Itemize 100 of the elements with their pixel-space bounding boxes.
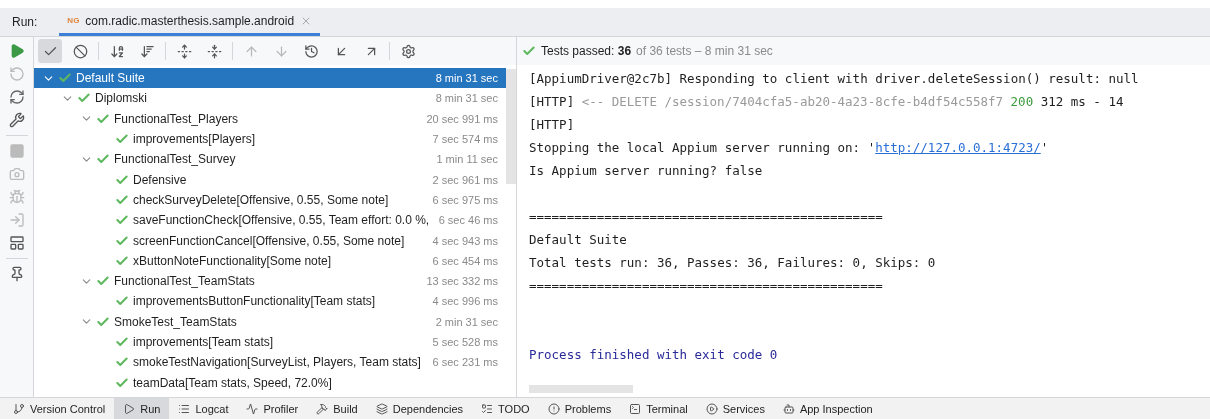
tool-window-tab[interactable]: Dependencies: [366, 398, 473, 419]
test-name: SmokeTest_TeamStats: [114, 314, 238, 329]
scrollbar-thumb[interactable]: [529, 385, 633, 393]
camera-icon[interactable]: [8, 166, 25, 182]
collapse-all-icon: [206, 43, 222, 59]
test-tree-row[interactable]: Defensive 2 sec 961 ms: [34, 169, 506, 190]
check-icon: [115, 172, 129, 187]
console-line: ===============================================: [529, 277, 883, 295]
tool-window-tab[interactable]: Profiler: [237, 398, 308, 419]
test-name: improvementsButtonFunctionality[Team stats]: [133, 294, 377, 309]
test-tree-row[interactable]: Diplomski 8 min 31 sec: [34, 88, 506, 109]
play-icon: [123, 402, 136, 415]
test-name: Defensive: [133, 172, 188, 187]
tool-window-tab[interactable]: Run: [114, 398, 170, 419]
console-line: [AppiumDriver@2c7b] Responding to client with driver.deleteSession() result: null: [529, 70, 1139, 88]
robot-icon: [782, 402, 795, 415]
hammer-icon: [316, 402, 329, 415]
test-name: teamData[Team stats, Speed, 72.0%]: [133, 375, 333, 390]
test-duration: 20 sec 991 ms: [426, 112, 498, 125]
tool-window-tab[interactable]: Version Control: [4, 398, 115, 419]
console-line: Total tests run: 36, Passes: 36, Failures: 0, Skips: 0: [529, 254, 936, 272]
testng-icon: NG: [67, 16, 80, 25]
test-tree-row[interactable]: SmokeTest_TeamStats 2 min 31 sec: [34, 311, 506, 332]
test-tree-row[interactable]: Default Suite 8 min 31 sec: [34, 68, 506, 89]
test-name: improvements[Players]: [133, 132, 257, 147]
test-name: screenFunctionCancel[Offensive, 0.55, Some note]: [133, 233, 406, 248]
stop-icon[interactable]: [8, 143, 25, 159]
url-link[interactable]: http://127.0.0.1:4723/: [875, 140, 1041, 155]
check-icon: [115, 335, 129, 349]
test-tree-row[interactable]: screenFunctionCancel[Offensive, 0.55, Some note] 4 sec 943 ms: [34, 230, 506, 251]
wrench-icon[interactable]: [8, 112, 25, 128]
layout-icon[interactable]: [8, 235, 25, 251]
test-duration: 4 sec 943 ms: [432, 234, 498, 247]
play-circle-icon: [705, 402, 718, 415]
check-icon: [96, 111, 110, 126]
bug-icon[interactable]: [8, 189, 25, 205]
check-icon: [115, 253, 129, 268]
console-line: Process finished with exit code 0: [529, 346, 778, 364]
test-tree-row[interactable]: FunctionalTest_Players 20 sec 991 ms: [34, 108, 506, 129]
tool-window-tab[interactable]: Terminal: [620, 398, 697, 419]
toggle-rerun-icon[interactable]: [8, 89, 25, 105]
tests-summary-text: of 36 tests – 8 min 31 sec: [636, 44, 773, 58]
test-tree-row[interactable]: smokeTestNavigation[SurveyList, Players, Team stats] 6 sec 231 ms: [34, 352, 506, 373]
test-name: FunctionalTest_Players: [114, 111, 240, 126]
sort-alphabetically-icon: [109, 43, 125, 59]
console-line: ===============================================: [529, 208, 883, 226]
settings-icon: [400, 43, 416, 59]
test-name: FunctionalTest_TeamStats: [114, 274, 256, 289]
test-tree-row[interactable]: teamData[Team stats, Speed, 72.0%]: [34, 372, 506, 393]
check-icon: [96, 314, 110, 329]
test-name: improvements[Team stats]: [133, 335, 275, 349]
test-tree-row[interactable]: FunctionalTest_TeamStats 13 sec 332 ms: [34, 270, 506, 292]
branch-icon: [13, 402, 25, 415]
test-tree-row[interactable]: improvementsButtonFunctionality[Team stats] 4 sec 996 ms: [34, 291, 506, 312]
sort-by-duration-icon: [139, 43, 155, 59]
test-tree-row[interactable]: improvements[Players] 7 sec 574 ms: [34, 128, 506, 150]
test-duration: 13 sec 332 ms: [426, 275, 498, 288]
test-name: FunctionalTest_Survey: [114, 152, 237, 167]
test-tree-row[interactable]: saveFunctionCheck[Offensive, 0.55, Team effort: 0.0 %, 6 sec 46 ms: [34, 210, 506, 231]
test-name: xButtonNoteFunctionality[Some note]: [133, 253, 333, 268]
test-tree-row[interactable]: xButtonNoteFunctionality[Some note] 6 sec 454 ms: [34, 250, 506, 271]
rerun-icon[interactable]: [8, 66, 25, 82]
scrollbar-thumb[interactable]: [506, 69, 516, 184]
history-icon: [303, 43, 319, 59]
show-passed-button[interactable]: [38, 39, 62, 63]
list-icon: [178, 402, 191, 415]
test-duration: 6 sec 454 ms: [432, 254, 498, 267]
tool-window-tab[interactable]: Services: [696, 398, 774, 419]
test-duration: 2 sec 961 ms: [432, 173, 498, 186]
tool-window-tab[interactable]: Logcat: [169, 398, 238, 419]
tool-window-tab[interactable]: Build: [307, 398, 367, 419]
expand-all-icon: [176, 43, 192, 59]
console-line: [HTTP]: [529, 116, 575, 134]
test-tree-row[interactable]: improvements[Team stats] 5 sec 528 ms: [34, 331, 506, 353]
tool-window-tab[interactable]: App Inspection: [773, 398, 882, 419]
alert-icon: [547, 402, 560, 415]
console-line: Stopping the local Appium server running on: 'http://127.0.0.1:4723/': [529, 139, 1049, 157]
tests-passed-text: Tests passed: 36: [541, 44, 632, 58]
test-duration: 7 sec 574 ms: [432, 133, 498, 146]
test-name: Diplomski: [95, 91, 148, 106]
console-line: Default Suite: [529, 231, 627, 249]
run-label: Run:: [12, 15, 38, 29]
test-duration: 8 min 31 sec: [435, 92, 498, 105]
test-duration: 6 sec 231 ms: [432, 356, 498, 369]
exit-icon[interactable]: [8, 212, 25, 228]
tool-window-tab[interactable]: Problems: [538, 398, 621, 419]
test-name: smokeTestNavigation[SurveyList, Players, Team stats]: [133, 355, 422, 370]
test-name: checkSurveyDelete[Offensive, 0.55, Some note]: [133, 192, 390, 207]
check-icon: [115, 192, 129, 207]
test-duration: 2 min 31 sec: [435, 315, 498, 328]
test-name: saveFunctionCheck[Offensive, 0.55, Team effort: 0.0 %,: [133, 213, 431, 228]
next-icon: [273, 43, 289, 59]
test-tree-row[interactable]: FunctionalTest_Survey 1 min 11 sec: [34, 149, 506, 170]
previous-icon: [243, 43, 259, 59]
test-duration: 1 min 11 sec: [436, 153, 498, 166]
tool-window-tab[interactable]: TODO: [472, 398, 539, 419]
test-tree-row[interactable]: checkSurveyDelete[Offensive, 0.55, Some note] 6 sec 975 ms: [34, 189, 506, 211]
check-icon: [522, 44, 536, 58]
console-line: Is Appium server running? false: [529, 162, 763, 180]
layers-icon: [375, 402, 388, 415]
